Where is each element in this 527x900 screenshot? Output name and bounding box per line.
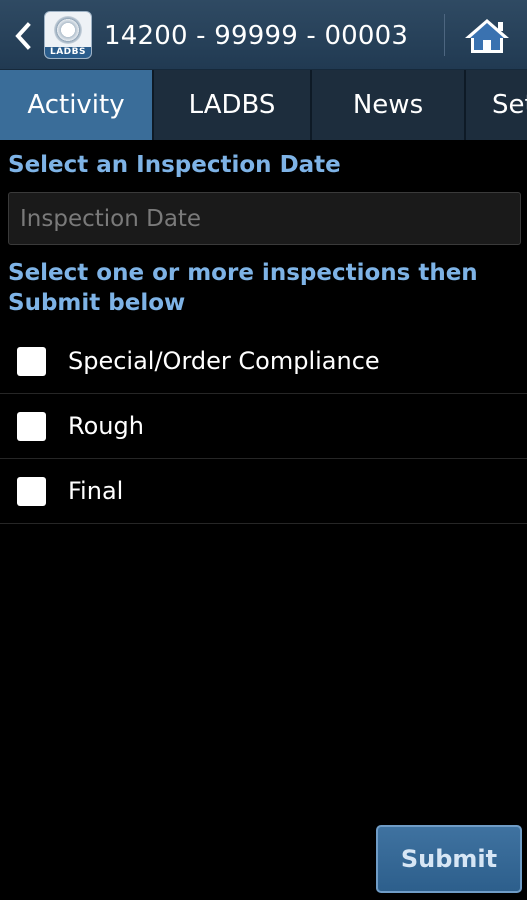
checkbox[interactable] (17, 411, 46, 441)
inspection-option[interactable]: Rough (0, 394, 527, 459)
checkbox[interactable] (17, 476, 46, 506)
tab-activity[interactable]: Activity (0, 70, 154, 140)
tab-settings[interactable]: Set (466, 70, 527, 140)
logo-label: LADBS (45, 47, 91, 58)
tab-ladbs[interactable]: LADBS (154, 70, 312, 140)
inspection-option-label: Special/Order Compliance (68, 347, 380, 375)
back-icon[interactable] (10, 20, 36, 52)
seal-icon (54, 16, 82, 44)
inspection-option[interactable]: Special/Order Compliance (0, 329, 527, 394)
tab-bar: Activity LADBS News Set (0, 70, 527, 140)
inspection-option-label: Rough (68, 412, 144, 440)
inspection-date-input[interactable] (8, 192, 521, 245)
inspection-option-label: Final (68, 477, 124, 505)
app-bar: LADBS 14200 - 99999 - 00003 (0, 0, 527, 70)
submit-button[interactable]: Submit (376, 825, 522, 893)
inspection-option[interactable]: Final (0, 459, 527, 524)
tab-news[interactable]: News (312, 70, 466, 140)
ladbs-logo[interactable]: LADBS (44, 11, 92, 59)
appbar-divider (444, 14, 445, 56)
home-icon (465, 19, 509, 53)
permit-number-title: 14200 - 99999 - 00003 (104, 21, 409, 51)
inspections-section-label: Select one or more inspections then Subm… (8, 260, 478, 316)
checkbox[interactable] (17, 346, 46, 376)
date-section-label: Select an Inspection Date (8, 152, 341, 178)
home-button[interactable] (462, 16, 512, 56)
